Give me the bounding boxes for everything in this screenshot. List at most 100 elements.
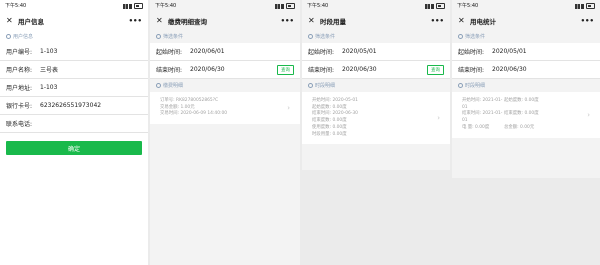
- section-header-filter: 筛选条件: [150, 30, 300, 43]
- stats-record-card[interactable]: 开始时间: 2021-01-01 起始度数: 0.00度 结束时间: 2021-…: [452, 92, 600, 138]
- end-time-row[interactable]: 结束时间: 2020/06/30 查询: [302, 61, 450, 79]
- payment-record-card[interactable]: 订单号: RK82780052865?C 交易金额: 1.00元 交易时间: 2…: [150, 92, 300, 125]
- stats-record-grid: 开始时间: 2021-01-01 起始度数: 0.00度 结束时间: 2021-…: [462, 98, 587, 132]
- page-title: 时段用量: [320, 18, 346, 26]
- filter-icon: [308, 34, 313, 39]
- section-label: 用户信息: [13, 34, 34, 40]
- status-icons: [123, 0, 143, 12]
- start-time-value[interactable]: 2020/05/01: [492, 48, 594, 55]
- section-label: 筛选条件: [315, 34, 336, 40]
- close-icon[interactable]: ✕: [156, 17, 166, 25]
- more-menu-icon[interactable]: •••: [129, 17, 142, 25]
- record-line: 使用度数: 0.00度: [312, 124, 347, 130]
- section-label: 缴费明细: [163, 83, 184, 89]
- bank-card-row: 银行卡号: 6232626551973042: [0, 97, 148, 115]
- start-time-row[interactable]: 起始时间: 2020/05/01: [452, 43, 600, 61]
- section-label: 筛选条件: [163, 34, 184, 40]
- section-label: 筛选条件: [465, 34, 486, 40]
- status-bar: 下午5:40: [150, 0, 300, 12]
- user-id-value: 1-103: [40, 48, 58, 55]
- status-bar: 下午5:40: [452, 0, 600, 12]
- end-time-value[interactable]: 2020/06/30: [492, 66, 594, 73]
- chevron-right-icon: ›: [587, 110, 590, 119]
- period-record-card[interactable]: 开始时间: 2020-05-01 起始度数: 0.00度 结束时间: 2020-…: [302, 92, 450, 145]
- user-address-label: 用户地址:: [6, 85, 33, 92]
- confirm-button[interactable]: 确定: [6, 141, 142, 155]
- trade-time: 交易时间: 2020-06-09 14:40:00: [160, 111, 228, 117]
- payment-detail-screen: 下午5:40 ✕ 缴费明细查询 ••• 筛选条件 起始时间: 2020/06/0…: [150, 0, 300, 265]
- status-icons: [575, 0, 595, 12]
- record-cell: 起始度数: 0.00度: [504, 98, 539, 103]
- close-icon[interactable]: ✕: [458, 17, 468, 25]
- list-icon: [308, 83, 313, 88]
- status-icons: [425, 0, 445, 12]
- start-time-row[interactable]: 起始时间: 2020/06/01: [150, 43, 300, 61]
- battery-icon: [134, 3, 143, 9]
- record-cell: 结束时间: 2021-01-01: [462, 111, 503, 124]
- end-time-value[interactable]: 2020/06/30: [342, 66, 427, 73]
- close-icon[interactable]: ✕: [6, 17, 16, 25]
- record-cell: 电 量: 0.00度: [462, 124, 490, 130]
- end-time-label: 结束时间:: [458, 67, 485, 74]
- close-icon[interactable]: ✕: [308, 17, 318, 25]
- more-menu-icon[interactable]: •••: [281, 17, 294, 25]
- section-header-payment: 缴费明细: [150, 79, 300, 92]
- status-time: 下午5:40: [5, 3, 27, 9]
- user-id-row: 用户编号: 1-103: [0, 43, 148, 61]
- page-title: 用电统计: [470, 18, 496, 26]
- status-bar: 下午5:40: [0, 0, 148, 12]
- end-time-value[interactable]: 2020/06/30: [190, 66, 277, 73]
- title-bar: ✕ 用电统计 •••: [452, 12, 600, 30]
- order-number: 订单号: RK82780052865?C: [160, 98, 219, 103]
- end-time-label: 结束时间:: [308, 67, 335, 74]
- battery-icon: [436, 3, 445, 9]
- title-bar: ✕ 时段用量 •••: [302, 12, 450, 30]
- user-id-label: 用户编号:: [6, 49, 33, 56]
- query-button[interactable]: 查询: [427, 64, 444, 75]
- list-icon: [458, 83, 463, 88]
- record-cell: 结束度数: 0.00度: [504, 111, 539, 117]
- section-header-user-info: 用户信息: [0, 30, 148, 43]
- phone-row[interactable]: 联系电话:: [0, 115, 148, 133]
- title-bar: ✕ 用户信息 •••: [0, 12, 148, 30]
- period-record-lines: 开始时间: 2020-05-01 起始度数: 0.00度 结束时间: 2020-…: [312, 98, 437, 138]
- filter-icon: [458, 34, 463, 39]
- phone-label: 联系电话:: [6, 121, 33, 128]
- page-title: 缴费明细查询: [168, 18, 207, 26]
- page-title: 用户信息: [18, 18, 44, 26]
- user-name-row: 用户名称: 三号表: [0, 61, 148, 79]
- signal-icon: [275, 3, 284, 9]
- record-cell: 开始时间: 2021-01-01: [462, 98, 503, 110]
- section-header-period: 时段明细: [452, 79, 600, 92]
- section-header-period: 时段明细: [302, 79, 450, 92]
- record-line: 开始时间: 2020-05-01: [312, 98, 358, 103]
- title-bar: ✕ 缴费明细查询 •••: [150, 12, 300, 30]
- user-address-row: 用户地址: 1-103: [0, 79, 148, 97]
- user-name-label: 用户名称:: [6, 67, 33, 74]
- section-label: 时段明细: [315, 83, 336, 89]
- end-time-row[interactable]: 结束时间: 2020/06/30: [452, 61, 600, 79]
- battery-icon: [286, 3, 295, 9]
- record-cell: 总金额: 0.00元: [504, 124, 535, 130]
- start-time-value[interactable]: 2020/05/01: [342, 48, 444, 55]
- start-time-label: 起始时间:: [308, 49, 335, 56]
- query-button[interactable]: 查询: [277, 64, 294, 75]
- more-menu-icon[interactable]: •••: [581, 17, 594, 25]
- start-time-row[interactable]: 起始时间: 2020/05/01: [302, 43, 450, 61]
- section-header-filter: 筛选条件: [302, 30, 450, 43]
- signal-icon: [123, 3, 132, 9]
- section-label: 时段明细: [465, 83, 486, 89]
- end-time-row[interactable]: 结束时间: 2020/06/30 查询: [150, 61, 300, 79]
- more-menu-icon[interactable]: •••: [431, 17, 444, 25]
- power-stats-screen: 下午5:40 ✕ 用电统计 ••• 筛选条件 起始时间: 2020/05/01 …: [452, 0, 600, 178]
- record-line: 时段用量: 0.00度: [312, 131, 347, 137]
- battery-icon: [586, 3, 595, 9]
- start-time-label: 起始时间:: [156, 49, 183, 56]
- status-icons: [275, 0, 295, 12]
- status-time: 下午5:40: [155, 3, 177, 9]
- bank-card-label: 银行卡号:: [6, 103, 33, 110]
- start-time-value[interactable]: 2020/06/01: [190, 48, 294, 55]
- status-time: 下午5:40: [307, 3, 329, 9]
- signal-icon: [575, 3, 584, 9]
- payment-record-lines: 订单号: RK82780052865?C 交易金额: 1.00元 交易时间: 2…: [160, 98, 287, 118]
